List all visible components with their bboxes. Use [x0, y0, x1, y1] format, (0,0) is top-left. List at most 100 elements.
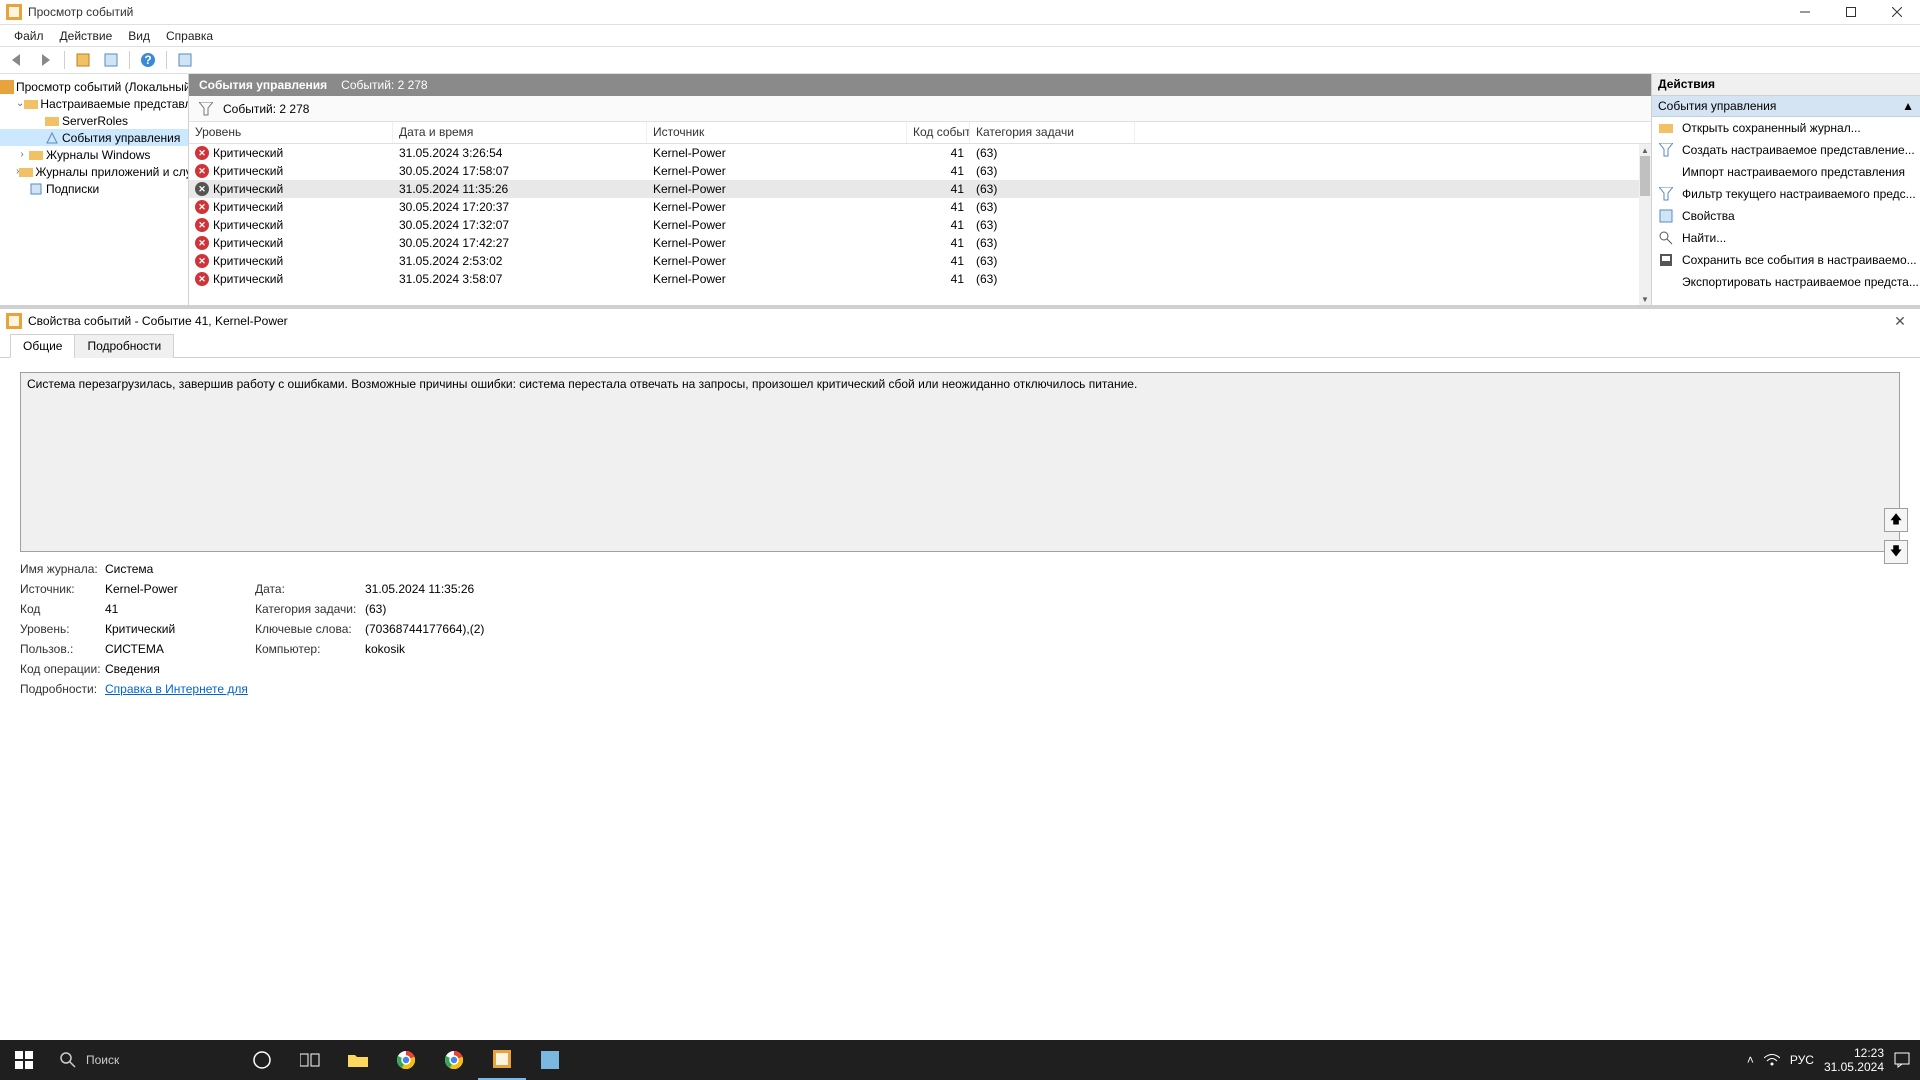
toolbar-btn-2[interactable]: [99, 49, 123, 71]
tab-general[interactable]: Общие: [10, 334, 75, 358]
tree-windows-logs[interactable]: ›Журналы Windows: [0, 146, 188, 163]
collapse-icon[interactable]: ▲: [1902, 99, 1914, 113]
back-button[interactable]: [6, 49, 30, 71]
tree-server-roles[interactable]: ServerRoles: [0, 112, 188, 129]
properties-tabs: Общие Подробности: [0, 333, 1920, 358]
table-row[interactable]: ✕Критический31.05.2024 3:58:07Kernel-Pow…: [189, 270, 1639, 288]
taskbar: Поиск ˄ РУС 12:23 31.05.2024: [0, 1040, 1920, 1080]
scroll-down-icon[interactable]: ▼: [1639, 293, 1651, 305]
user-value: СИСТЕМА: [105, 642, 255, 656]
log-name-value: Система: [105, 562, 565, 576]
menu-help[interactable]: Справка: [158, 27, 221, 45]
actions-header: Действия: [1652, 74, 1920, 96]
taskbar-cortana[interactable]: [238, 1040, 286, 1080]
date-value: 31.05.2024 11:35:26: [365, 582, 565, 596]
filter-bar: Событий: 2 278: [189, 96, 1651, 122]
menubar: Файл Действие Вид Справка: [0, 24, 1920, 46]
action-icon: [1658, 208, 1674, 224]
keywords-value: (70368744177664),(2): [365, 622, 565, 636]
tray-wifi-icon[interactable]: [1764, 1054, 1780, 1066]
toolbar-btn-3[interactable]: [173, 49, 197, 71]
table-row[interactable]: ✕Критический31.05.2024 11:35:26Kernel-Po…: [189, 180, 1639, 198]
table-row[interactable]: ✕Критический31.05.2024 2:53:02Kernel-Pow…: [189, 252, 1639, 270]
actions-item[interactable]: Сохранить все события в настраиваемо...: [1652, 249, 1920, 271]
table-row[interactable]: ✕Критический30.05.2024 17:42:27Kernel-Po…: [189, 234, 1639, 252]
col-task[interactable]: Категория задачи: [970, 122, 1135, 143]
table-row[interactable]: ✕Критический30.05.2024 17:20:37Kernel-Po…: [189, 198, 1639, 216]
center-header: События управления Событий: 2 278: [189, 74, 1651, 96]
scroll-thumb[interactable]: [1640, 156, 1650, 196]
action-icon: [1658, 186, 1674, 202]
event-description: Система перезагрузилась, завершив работу…: [20, 372, 1900, 552]
tree-subscriptions[interactable]: Подписки: [0, 180, 188, 197]
tray-chevron-icon[interactable]: ˄: [1747, 1053, 1754, 1067]
tree-root[interactable]: Просмотр событий (Локальный): [0, 78, 188, 95]
menu-view[interactable]: Вид: [120, 27, 158, 45]
titlebar: Просмотр событий: [0, 0, 1920, 24]
grid-scrollbar[interactable]: ▲ ▼: [1639, 144, 1651, 305]
window-title: Просмотр событий: [28, 5, 133, 19]
tab-details[interactable]: Подробности: [74, 334, 174, 358]
scroll-up-icon[interactable]: ▲: [1639, 144, 1651, 156]
col-code[interactable]: Код события: [907, 122, 970, 143]
center-count: Событий: 2 278: [341, 78, 427, 92]
actions-item[interactable]: Свойства: [1652, 205, 1920, 227]
opcode-value: Сведения: [105, 662, 565, 676]
error-icon: ✕: [195, 272, 209, 286]
actions-item[interactable]: Фильтр текущего настраиваемого предс...: [1652, 183, 1920, 205]
taskbar-eventviewer[interactable]: [478, 1040, 526, 1080]
tray-notifications-icon[interactable]: [1894, 1052, 1910, 1068]
taskbar-explorer[interactable]: [334, 1040, 382, 1080]
tree-custom-views[interactable]: ⌄Настраиваемые представления: [0, 95, 188, 112]
forward-button[interactable]: [34, 49, 58, 71]
action-icon: [1658, 252, 1674, 268]
actions-item[interactable]: Найти...: [1652, 227, 1920, 249]
col-source[interactable]: Источник: [647, 122, 907, 143]
prev-event-button[interactable]: 🡅: [1884, 508, 1908, 532]
taskbar-app-other[interactable]: [526, 1040, 574, 1080]
tree-app-logs[interactable]: ›Журналы приложений и служб: [0, 163, 188, 180]
error-icon: ✕: [195, 182, 209, 196]
taskbar-search[interactable]: Поиск: [48, 1040, 238, 1080]
col-date[interactable]: Дата и время: [393, 122, 647, 143]
menu-file[interactable]: Файл: [6, 27, 52, 45]
menu-action[interactable]: Действие: [52, 27, 121, 45]
maximize-button[interactable]: [1828, 0, 1874, 24]
tray-lang[interactable]: РУС: [1790, 1053, 1814, 1067]
start-button[interactable]: [0, 1040, 48, 1080]
actions-item[interactable]: Импорт настраиваемого представления: [1652, 161, 1920, 183]
taskbar-taskview[interactable]: [286, 1040, 334, 1080]
table-row[interactable]: ✕Критический30.05.2024 17:32:07Kernel-Po…: [189, 216, 1639, 234]
app-icon: [6, 4, 22, 20]
action-icon: [1658, 164, 1674, 180]
toolbar-btn-1[interactable]: [71, 49, 95, 71]
actions-item[interactable]: Открыть сохраненный журнал...: [1652, 117, 1920, 139]
col-level[interactable]: Уровень: [189, 122, 393, 143]
taskbar-chrome[interactable]: [382, 1040, 430, 1080]
help-icon[interactable]: ?: [136, 49, 160, 71]
actions-section[interactable]: События управления ▲: [1652, 96, 1920, 117]
close-button[interactable]: [1874, 0, 1920, 24]
tray-clock[interactable]: 12:23 31.05.2024: [1824, 1046, 1884, 1075]
properties-titlebar: Свойства событий - Событие 41, Kernel-Po…: [0, 309, 1920, 333]
task-value: (63): [365, 602, 565, 616]
code-value: 41: [105, 602, 255, 616]
table-row[interactable]: ✕Критический31.05.2024 3:26:54Kernel-Pow…: [189, 144, 1639, 162]
actions-panel: Действия События управления ▲ Открыть со…: [1652, 74, 1920, 305]
source-value: Kernel-Power: [105, 582, 255, 596]
actions-item[interactable]: Экспортировать настраиваемое предста...: [1652, 271, 1920, 293]
error-icon: ✕: [195, 200, 209, 214]
next-event-button[interactable]: 🡇: [1884, 540, 1908, 564]
minimize-button[interactable]: [1782, 0, 1828, 24]
svg-text:?: ?: [144, 53, 151, 67]
error-icon: ✕: [195, 254, 209, 268]
action-icon: [1658, 274, 1674, 290]
taskbar-chrome-2[interactable]: [430, 1040, 478, 1080]
table-row[interactable]: ✕Критический30.05.2024 17:58:07Kernel-Po…: [189, 162, 1639, 180]
properties-close-button[interactable]: ✕: [1880, 313, 1920, 330]
action-icon: [1658, 230, 1674, 246]
actions-item[interactable]: Создать настраиваемое представление...: [1652, 139, 1920, 161]
tree-admin-events[interactable]: События управления: [0, 129, 188, 146]
details-link[interactable]: Справка в Интернете для: [105, 682, 565, 696]
error-icon: ✕: [195, 164, 209, 178]
